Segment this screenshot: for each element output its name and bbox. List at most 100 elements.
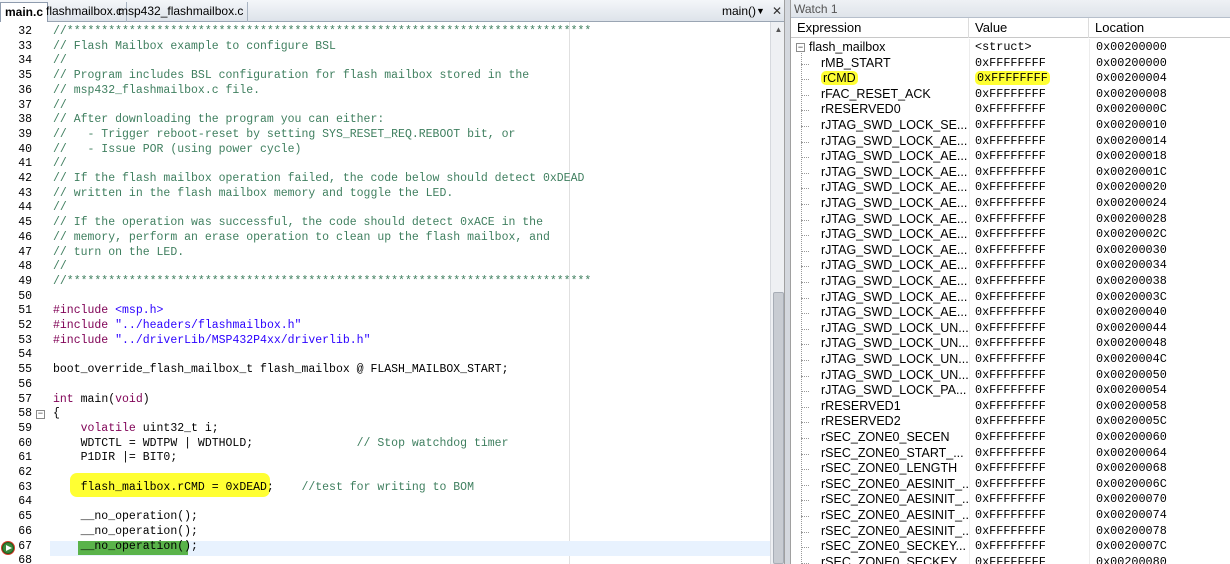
watch-value[interactable]: 0xFFFFFFFF [975, 508, 1085, 524]
watch-row[interactable]: rJTAG_SWD_LOCK_AE... 0xFFFFFFFF 0x0020001C [791, 165, 1230, 181]
watch-row[interactable]: rJTAG_SWD_LOCK_AE... 0xFFFFFFFF 0x00200038 [791, 274, 1230, 290]
code-line[interactable]: 45 // If the operation was successful, th… [0, 216, 770, 231]
watch-value[interactable]: 0xFFFFFFFF [975, 227, 1085, 243]
watch-value[interactable]: 0xFFFFFFFF [975, 56, 1085, 72]
code-line[interactable]: 33 // Flash Mailbox example to configure … [0, 40, 770, 55]
fold-toggle-icon[interactable]: − [36, 410, 45, 419]
code-line[interactable]: 50 [0, 290, 770, 305]
watch-value[interactable]: 0xFFFFFFFF [975, 492, 1085, 508]
watch-value[interactable]: 0xFFFFFFFF [975, 274, 1085, 290]
code-line[interactable]: 68 [0, 554, 770, 564]
column-header-value[interactable]: Value [969, 18, 1089, 38]
code-line[interactable]: 47 // turn on the LED. [0, 246, 770, 261]
scroll-up-icon[interactable]: ▲ [771, 22, 784, 37]
watch-row[interactable]: rJTAG_SWD_LOCK_PA... 0xFFFFFFFF 0x00200054 [791, 383, 1230, 399]
watch-value[interactable]: 0xFFFFFFFF [975, 399, 1085, 415]
code-line[interactable]: 62 [0, 466, 770, 481]
watch-row[interactable]: rCMD 0xFFFFFFFF 0x00200004 [791, 71, 1230, 87]
watch-value[interactable]: 0xFFFFFFFF [975, 87, 1085, 103]
code-line[interactable]: 35 // Program includes BSL configuration … [0, 69, 770, 84]
code-line[interactable]: 67 __no_operation(); [0, 540, 770, 555]
code-line[interactable]: 58 { [0, 407, 770, 422]
watch-row[interactable]: rJTAG_SWD_LOCK_AE... 0xFFFFFFFF 0x0020003C [791, 290, 1230, 306]
watch-value[interactable]: 0xFFFFFFFF [975, 118, 1085, 134]
code-line[interactable]: 52 #include "../headers/flashmailbox.h" [0, 319, 770, 334]
code-line[interactable]: 44 // [0, 201, 770, 216]
watch-row[interactable]: rJTAG_SWD_LOCK_UN... 0xFFFFFFFF 0x0020004C [791, 352, 1230, 368]
watch-row[interactable]: rJTAG_SWD_LOCK_AE... 0xFFFFFFFF 0x00200024 [791, 196, 1230, 212]
watch-value[interactable]: 0xFFFFFFFF [975, 149, 1085, 165]
watch-row[interactable]: rJTAG_SWD_LOCK_AE... 0xFFFFFFFF 0x0020002C [791, 227, 1230, 243]
watch-row[interactable]: rRESERVED1 0xFFFFFFFF 0x00200058 [791, 399, 1230, 415]
watch-value[interactable]: 0xFFFFFFFF [975, 336, 1085, 352]
watch-row[interactable]: − flash_mailbox <struct> 0x00200000 [791, 40, 1230, 56]
watch-value[interactable]: 0xFFFFFFFF [975, 180, 1085, 196]
watch-value[interactable]: 0xFFFFFFFF [975, 258, 1085, 274]
watch-row[interactable]: rSEC_ZONE0_LENGTH 0xFFFFFFFF 0x00200068 [791, 461, 1230, 477]
watch-value[interactable]: 0xFFFFFFFF [975, 134, 1085, 150]
column-header-expression[interactable]: Expression [791, 18, 969, 38]
watch-row[interactable]: rJTAG_SWD_LOCK_AE... 0xFFFFFFFF 0x00200018 [791, 149, 1230, 165]
code-line[interactable]: 60 WDTCTL = WDTPW | WDTHOLD; // Stop wat… [0, 437, 770, 452]
code-line[interactable]: 36 // msp432_flashmailbox.c file. [0, 84, 770, 99]
watch-value[interactable]: 0xFFFFFFFF [975, 212, 1085, 228]
watch-value[interactable]: <struct> [975, 40, 1085, 56]
code-area[interactable]: 32 //************************************… [0, 22, 770, 564]
code-line[interactable]: 32 //************************************… [0, 25, 770, 40]
watch-row[interactable]: rJTAG_SWD_LOCK_UN... 0xFFFFFFFF 0x00200048 [791, 336, 1230, 352]
watch-value[interactable]: 0xFFFFFFFF [975, 414, 1085, 430]
watch-row[interactable]: rSEC_ZONE0_SECKEY... 0xFFFFFFFF 0x0020007C [791, 539, 1230, 555]
watch-row[interactable]: rJTAG_SWD_LOCK_AE... 0xFFFFFFFF 0x00200020 [791, 180, 1230, 196]
watch-value[interactable]: 0xFFFFFFFF [975, 461, 1085, 477]
code-line[interactable]: 48 // [0, 260, 770, 275]
code-line[interactable]: 34 // [0, 54, 770, 69]
watch-value[interactable]: 0xFFFFFFFF [975, 196, 1085, 212]
code-line[interactable]: 46 // memory, perform an erase operation … [0, 231, 770, 246]
code-line[interactable]: 66 __no_operation(); [0, 525, 770, 540]
watch-row[interactable]: rJTAG_SWD_LOCK_AE... 0xFFFFFFFF 0x00200040 [791, 305, 1230, 321]
watch-value[interactable]: 0xFFFFFFFF [975, 477, 1085, 493]
watch-value[interactable]: 0xFFFFFFFF [975, 290, 1085, 306]
code-line[interactable]: 55 boot_override_flash_mailbox_t flash_ma… [0, 363, 770, 378]
column-header-location[interactable]: Location [1089, 18, 1230, 38]
tab-msp432-flashmailbox-c[interactable]: msp432_flashmailbox.c [114, 2, 249, 22]
code-line[interactable]: 57 int main(void) [0, 393, 770, 408]
watch-row[interactable]: rJTAG_SWD_LOCK_AE... 0xFFFFFFFF 0x00200014 [791, 134, 1230, 150]
watch-row[interactable]: rSEC_ZONE0_AESINIT_... 0xFFFFFFFF 0x002000… [791, 524, 1230, 540]
code-line[interactable]: 53 #include "../driverLib/MSP432P4xx/driv… [0, 334, 770, 349]
code-line[interactable]: 42 // If the flash mailbox operation fail… [0, 172, 770, 187]
code-line[interactable]: 65 __no_operation(); [0, 510, 770, 525]
code-line[interactable]: 54 [0, 348, 770, 363]
code-line[interactable]: 63 flash_mailbox.rCMD = 0xDEAD; //test f… [0, 481, 770, 496]
code-line[interactable]: 59 volatile uint32_t i; [0, 422, 770, 437]
watch-row[interactable]: rMB_START 0xFFFFFFFF 0x00200000 [791, 56, 1230, 72]
watch-value[interactable]: 0xFFFFFFFF [975, 555, 1085, 564]
watch-row[interactable]: rJTAG_SWD_LOCK_AE... 0xFFFFFFFF 0x00200030 [791, 243, 1230, 259]
watch-value[interactable]: 0xFFFFFFFF [975, 352, 1085, 368]
code-line[interactable]: 37 // [0, 99, 770, 114]
watch-row[interactable]: rFAC_RESET_ACK 0xFFFFFFFF 0x00200008 [791, 87, 1230, 103]
watch-row[interactable]: rSEC_ZONE0_START_... 0xFFFFFFFF 0x00200064 [791, 446, 1230, 462]
chevron-down-icon[interactable]: ▼ [756, 3, 765, 19]
code-line[interactable]: 38 // After downloading the program you c… [0, 113, 770, 128]
watch-row[interactable]: rSEC_ZONE0_AESINIT_... 0xFFFFFFFF 0x002000… [791, 477, 1230, 493]
watch-value[interactable]: 0xFFFFFFFF [975, 165, 1085, 181]
watch-row[interactable]: rJTAG_SWD_LOCK_SE... 0xFFFFFFFF 0x00200010 [791, 118, 1230, 134]
watch-value[interactable]: 0xFFFFFFFF [975, 539, 1085, 555]
watch-value[interactable]: 0xFFFFFFFF [975, 524, 1085, 540]
watch-row[interactable]: rSEC_ZONE0_SECEN 0xFFFFFFFF 0x00200060 [791, 430, 1230, 446]
watch-value[interactable]: 0xFFFFFFFF [975, 305, 1085, 321]
watch-row[interactable]: rRESERVED2 0xFFFFFFFF 0x0020005C [791, 414, 1230, 430]
watch-value[interactable]: 0xFFFFFFFF [975, 383, 1085, 399]
watch-value[interactable]: 0xFFFFFFFF [975, 102, 1085, 118]
watch-row[interactable]: rJTAG_SWD_LOCK_UN... 0xFFFFFFFF 0x00200050 [791, 368, 1230, 384]
watch-row[interactable]: rJTAG_SWD_LOCK_AE... 0xFFFFFFFF 0x00200028 [791, 212, 1230, 228]
close-icon[interactable]: ✕ [772, 2, 782, 20]
watch-value[interactable]: 0xFFFFFFFF [975, 71, 1085, 87]
code-line[interactable]: 40 // - Issue POR (using power cycle) [0, 143, 770, 158]
tab-main-c[interactable]: main.c [0, 2, 49, 22]
function-scope-dropdown[interactable]: main() [722, 2, 756, 20]
code-line[interactable]: 41 // [0, 157, 770, 172]
watch-row[interactable]: rSEC_ZONE0_SECKEY... 0xFFFFFFFF 0x00200080 [791, 555, 1230, 564]
editor-vertical-scrollbar[interactable]: ▲ [770, 22, 784, 564]
